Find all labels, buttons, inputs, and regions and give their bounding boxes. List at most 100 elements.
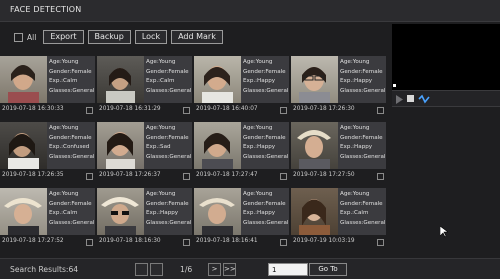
face-thumbnail — [97, 122, 144, 169]
gender-attribute: Gender:Female — [146, 200, 189, 207]
export-button[interactable]: Export — [43, 30, 84, 44]
card-select-checkbox[interactable] — [183, 239, 190, 246]
card-select-checkbox[interactable] — [86, 107, 93, 114]
face-thumbnail — [194, 188, 241, 235]
go-to-button[interactable]: Go To — [309, 263, 347, 276]
card-select-checkbox[interactable] — [183, 173, 190, 180]
face-attributes: Age:Young Gender:Female Exp.:Happy Glass… — [243, 58, 289, 96]
glasses-attribute: Glasses:General — [243, 87, 289, 94]
card-select-checkbox[interactable] — [280, 173, 287, 180]
capture-timestamp: 2019-07-18 17:26:37 — [99, 172, 161, 178]
gender-attribute: Gender:Female — [49, 200, 92, 207]
gender-attribute: Gender:Female — [146, 68, 189, 75]
expression-attribute: Exp.:Sad — [146, 144, 171, 151]
expression-attribute: Exp.:Happy — [340, 78, 373, 85]
face-card[interactable]: Age:Young Gender:Female Exp.:Calm Glasse… — [0, 56, 95, 121]
first-page-button[interactable] — [135, 263, 148, 276]
age-attribute: Age:Young — [146, 59, 176, 65]
expression-attribute: Exp.:Calm — [340, 210, 369, 217]
age-attribute: Age:Young — [340, 125, 370, 131]
expression-attribute: Exp.:Calm — [146, 78, 175, 85]
face-attributes: Age:Young Gender:Female Exp.:Happy Glass… — [146, 190, 192, 228]
face-thumbnail — [0, 122, 47, 169]
gender-attribute: Gender:Female — [49, 134, 92, 141]
card-select-checkbox[interactable] — [377, 107, 384, 114]
gender-attribute: Gender:Female — [243, 68, 286, 75]
age-attribute: Age:Young — [340, 191, 370, 197]
face-attributes: Age:Young Gender:Female Exp.:Calm Glasse… — [49, 58, 95, 96]
capture-timestamp: 2019-07-18 18:16:41 — [196, 238, 258, 244]
card-select-checkbox[interactable] — [280, 239, 287, 246]
stop-icon[interactable] — [407, 95, 414, 102]
face-card[interactable]: Age:Young Gender:Female Exp.:Happy Glass… — [291, 122, 386, 187]
face-card[interactable]: Age:Young Gender:Female Exp.:Happy Glass… — [194, 188, 289, 253]
expression-attribute: Exp.:Happy — [243, 210, 276, 217]
face-card[interactable]: Age:Young Gender:Female Exp.:Happy Glass… — [194, 56, 289, 121]
gender-attribute: Gender:Female — [49, 68, 92, 75]
face-card[interactable]: Age:Young Gender:Female Exp.:Sad Glasses… — [97, 122, 192, 187]
page-title: FACE DETECTION — [10, 5, 82, 14]
face-attributes: Age:Young Gender:Female Exp.:Calm Glasse… — [49, 190, 95, 228]
toolbar: All Export Backup Lock Add Mark — [14, 30, 223, 44]
gender-attribute: Gender:Female — [340, 200, 383, 207]
capture-timestamp: 2019-07-18 17:27:47 — [196, 172, 258, 178]
face-card[interactable]: Age:Young Gender:Female Exp.:Calm Glasse… — [291, 188, 386, 253]
face-card[interactable]: Age:Young Gender:Female Exp.:Calm Glasse… — [97, 56, 192, 121]
lock-button[interactable]: Lock — [134, 30, 168, 44]
page-number-input[interactable]: 1 — [268, 263, 308, 276]
glasses-attribute: Glasses:General — [146, 219, 192, 226]
expression-attribute: Exp.:Happy — [243, 144, 276, 151]
face-thumbnail — [194, 122, 241, 169]
timeline-icon[interactable] — [418, 94, 430, 104]
face-attributes: Age:Young Gender:Female Exp.:Confused Gl… — [49, 124, 95, 162]
next-page-button[interactable]: > — [208, 263, 221, 276]
age-attribute: Age:Young — [49, 191, 79, 197]
last-page-button[interactable]: >> — [223, 263, 236, 276]
previous-page-button[interactable] — [150, 263, 163, 276]
gender-attribute: Gender:Female — [340, 134, 383, 141]
capture-timestamp: 2019-07-19 10:03:19 — [293, 238, 355, 244]
face-thumbnail — [291, 122, 338, 169]
age-attribute: Age:Young — [49, 59, 79, 65]
age-attribute: Age:Young — [146, 191, 176, 197]
glasses-attribute: Glasses:General — [340, 219, 386, 226]
search-results-count: Search Results:64 — [10, 265, 79, 274]
glasses-attribute: Glasses:General — [243, 219, 289, 226]
card-select-checkbox[interactable] — [377, 239, 384, 246]
backup-button[interactable]: Backup — [87, 30, 131, 44]
card-select-checkbox[interactable] — [86, 239, 93, 246]
expression-attribute: Exp.:Calm — [49, 210, 78, 217]
capture-timestamp: 2019-07-18 17:26:35 — [2, 172, 64, 178]
expression-attribute: Exp.:Confused — [49, 144, 90, 151]
expression-attribute: Exp.:Happy — [243, 78, 276, 85]
video-preview[interactable] — [392, 24, 500, 90]
gender-attribute: Gender:Female — [243, 134, 286, 141]
capture-timestamp: 2019-07-18 17:26:30 — [293, 106, 355, 112]
card-select-checkbox[interactable] — [86, 173, 93, 180]
face-card[interactable]: Age:Young Gender:Female Exp.:Happy Glass… — [291, 56, 386, 121]
face-attributes: Age:Young Gender:Female Exp.:Calm Glasse… — [146, 58, 192, 96]
glasses-attribute: Glasses:General — [340, 87, 386, 94]
card-select-checkbox[interactable] — [183, 107, 190, 114]
face-attributes: Age:Young Gender:Female Exp.:Happy Glass… — [340, 58, 386, 96]
select-all-checkbox[interactable] — [14, 32, 23, 42]
face-card[interactable]: Age:Young Gender:Female Exp.:Calm Glasse… — [0, 188, 95, 253]
face-card[interactable]: Age:Young Gender:Female Exp.:Happy Glass… — [97, 188, 192, 253]
face-thumbnail — [0, 56, 47, 103]
face-attributes: Age:Young Gender:Female Exp.:Happy Glass… — [243, 124, 289, 162]
capture-timestamp: 2019-07-18 17:27:50 — [293, 172, 355, 178]
face-thumbnail — [0, 188, 47, 235]
glasses-attribute: Glasses:General — [146, 87, 192, 94]
play-icon[interactable] — [396, 95, 404, 104]
card-select-checkbox[interactable] — [280, 107, 287, 114]
age-attribute: Age:Young — [340, 59, 370, 65]
gender-attribute: Gender:Female — [340, 68, 383, 75]
age-attribute: Age:Young — [243, 125, 273, 131]
glasses-attribute: Glasses:General — [243, 153, 289, 160]
glasses-attribute: Glasses:General — [49, 219, 95, 226]
face-card[interactable]: Age:Young Gender:Female Exp.:Happy Glass… — [194, 122, 289, 187]
face-attributes: Age:Young Gender:Female Exp.:Happy Glass… — [243, 190, 289, 228]
add-mark-button[interactable]: Add Mark — [171, 30, 223, 44]
face-card[interactable]: Age:Young Gender:Female Exp.:Confused Gl… — [0, 122, 95, 187]
card-select-checkbox[interactable] — [377, 173, 384, 180]
